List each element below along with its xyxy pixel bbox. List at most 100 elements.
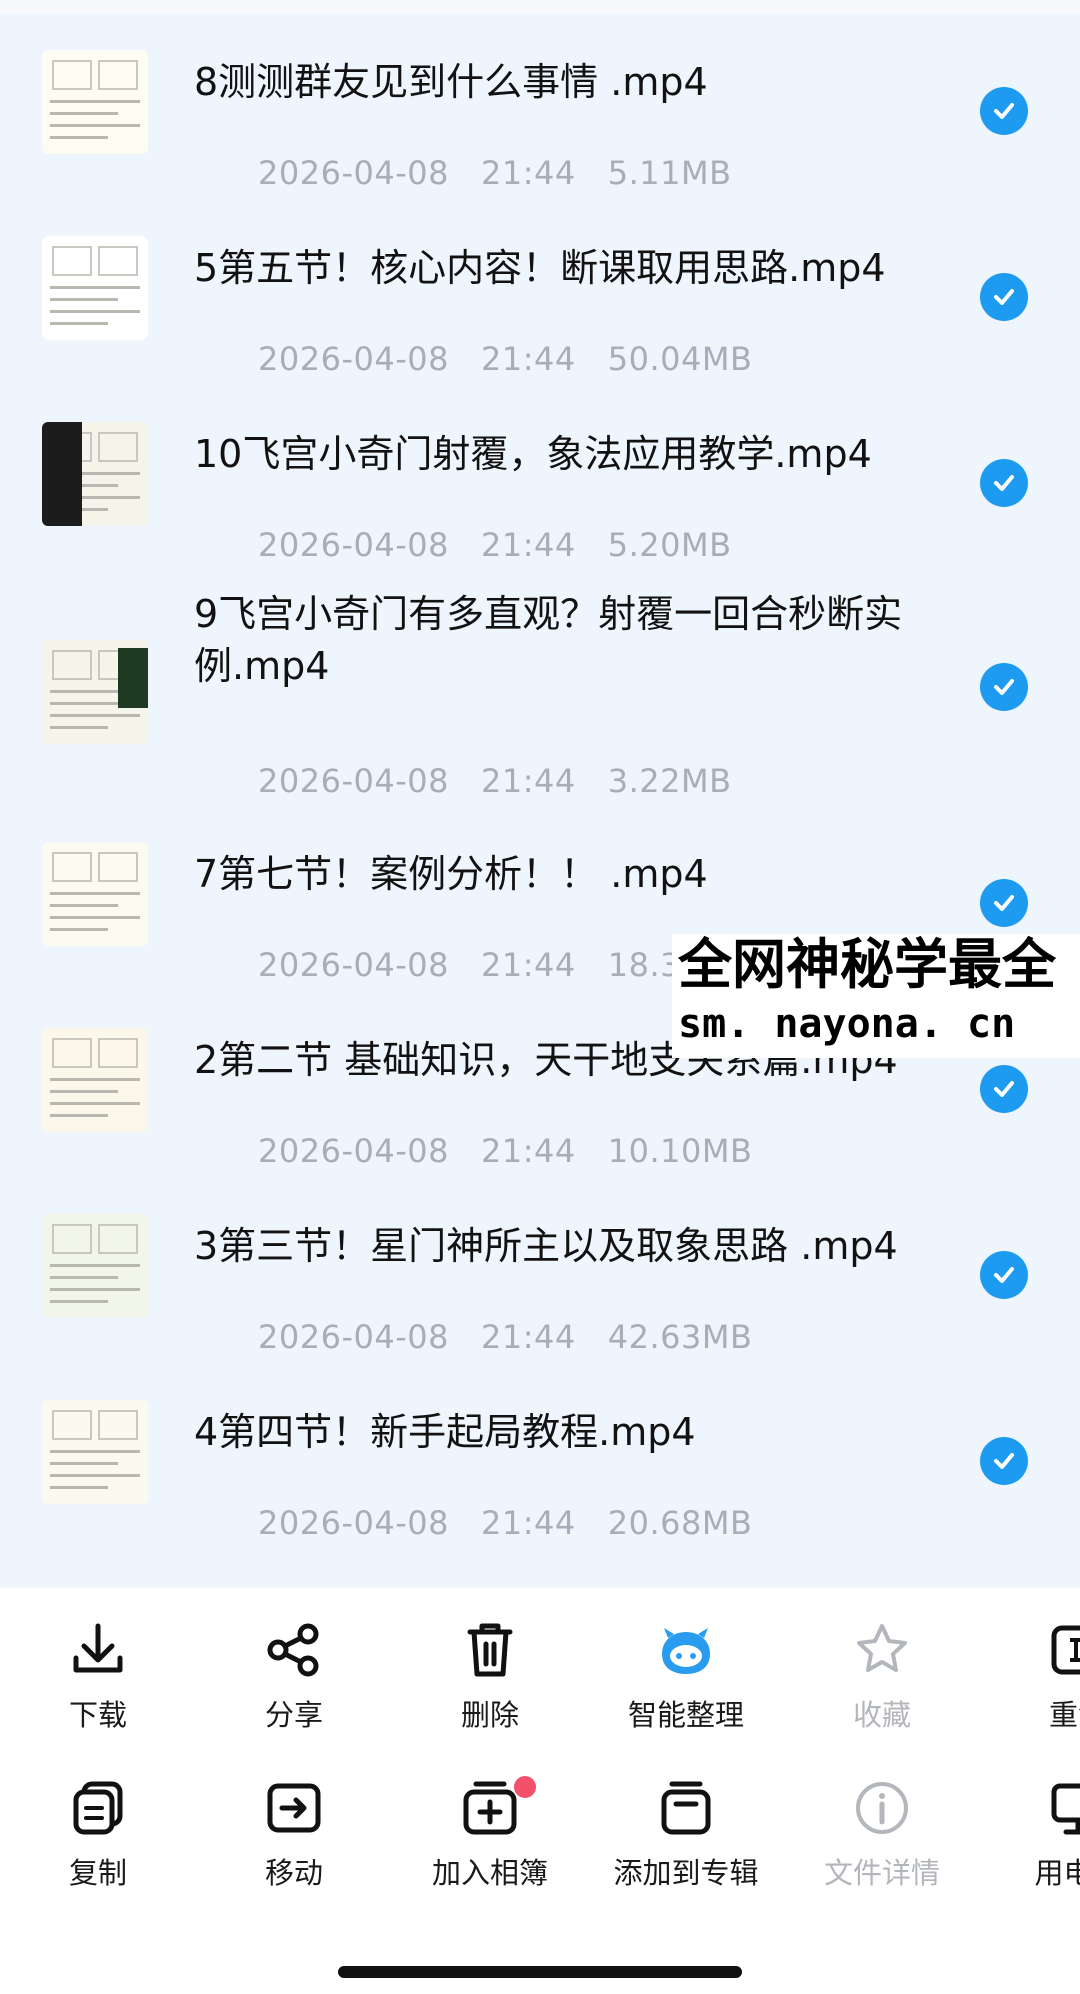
checkmark-icon xyxy=(994,1081,1014,1097)
copy-button[interactable]: 复制 xyxy=(0,1776,196,1892)
file-name: 7第七节！案例分析！！ .mp4 xyxy=(194,852,708,896)
checkmark-icon xyxy=(994,1453,1014,1469)
file-details-button[interactable]: 文件详情 xyxy=(784,1776,980,1892)
share-label: 分享 xyxy=(264,1698,323,1732)
open-on-computer-label: 用电脑 xyxy=(1034,1856,1080,1890)
top-strip xyxy=(0,0,1080,14)
watermark-overlay: 全网神秘学最全 sm. nayona. cn xyxy=(672,934,1080,1058)
file-size: 5.11MB xyxy=(607,154,732,192)
file-row[interactable]: 10飞宫小奇门射覆，象法应用教学.mp4 2026-04-08 21:44 5.… xyxy=(0,412,1080,564)
selected-check-icon[interactable] xyxy=(980,879,1028,927)
add-to-album-button[interactable]: 加入相簿 xyxy=(392,1776,588,1892)
smart-organize-button[interactable]: 智能整理 xyxy=(588,1618,784,1734)
checkmark-icon xyxy=(994,895,1014,911)
file-time: 21:44 xyxy=(481,1504,576,1542)
file-time: 21:44 xyxy=(481,154,576,192)
file-row[interactable]: 8测测群友见到什么事情 .mp4 2026-04-08 21:44 5.11MB xyxy=(0,40,1080,192)
file-meta: 2026-04-08 21:44 5.20MB xyxy=(194,488,732,602)
checkmark-icon xyxy=(994,1267,1014,1283)
file-row[interactable]: 3第三节！星门神所主以及取象思路 .mp4 2026-04-08 21:44 4… xyxy=(0,1204,1080,1356)
file-name: 8测测群友见到什么事情 .mp4 xyxy=(194,60,708,104)
video-thumbnail xyxy=(42,50,148,154)
watermark-title: 全网神秘学最全 xyxy=(678,934,1056,996)
download-label: 下载 xyxy=(68,1698,127,1732)
video-thumbnail xyxy=(42,1028,148,1132)
new-badge-dot xyxy=(514,1776,536,1798)
file-meta: 2026-04-08 21:44 20.68MB xyxy=(194,1466,752,1580)
file-name: 3第三节！星门神所主以及取象思路 .mp4 xyxy=(194,1224,898,1268)
file-meta: 2026-04-08 21:44 18.32MB xyxy=(194,908,752,1022)
open-on-computer-button[interactable]: 用电脑 xyxy=(980,1776,1080,1892)
add-to-collection-icon xyxy=(661,1781,711,1835)
rename-icon xyxy=(1051,1625,1080,1675)
file-size: 5.20MB xyxy=(607,526,732,564)
computer-icon xyxy=(1051,1783,1080,1835)
checkmark-icon xyxy=(994,103,1014,119)
file-time: 21:44 xyxy=(481,1318,576,1356)
file-row[interactable]: 4第四节！新手起局教程.mp4 2026-04-08 21:44 20.68MB xyxy=(0,1390,1080,1542)
file-time: 21:44 xyxy=(481,526,576,564)
selected-check-icon[interactable] xyxy=(980,663,1028,711)
download-button[interactable]: 下载 xyxy=(0,1618,196,1734)
file-size: 20.68MB xyxy=(607,1504,753,1542)
file-row[interactable]: 5第五节！核心内容！断课取用思路.mp4 2026-04-08 21:44 50… xyxy=(0,226,1080,378)
file-meta: 2026-04-08 21:44 3.22MB xyxy=(194,724,732,838)
add-to-album-icon xyxy=(463,1781,517,1835)
move-button[interactable]: 移动 xyxy=(196,1776,392,1892)
trash-icon xyxy=(467,1623,513,1677)
add-to-collection-label: 添加到专辑 xyxy=(613,1856,759,1890)
selected-check-icon[interactable] xyxy=(980,1251,1028,1299)
home-indicator[interactable] xyxy=(338,1966,742,1978)
checkmark-icon xyxy=(994,289,1014,305)
file-time: 21:44 xyxy=(481,946,576,984)
copy-label: 复制 xyxy=(68,1856,127,1890)
file-meta: 2026-04-08 21:44 10.10MB xyxy=(194,1094,752,1208)
file-time: 21:44 xyxy=(481,340,576,378)
file-row[interactable]: 9飞宫小奇门有多直观？射覆一回合秒断实例.mp4 2026-04-08 21:4… xyxy=(0,592,1080,818)
file-name: 9飞宫小奇门有多直观？射覆一回合秒断实例.mp4 xyxy=(194,592,903,688)
file-date: 2026-04-08 xyxy=(258,946,449,984)
file-date: 2026-04-08 xyxy=(258,154,449,192)
file-date: 2026-04-08 xyxy=(258,526,449,564)
delete-button[interactable]: 删除 xyxy=(392,1618,588,1734)
download-icon xyxy=(73,1623,123,1673)
rename-button[interactable]: 重命 xyxy=(980,1618,1080,1734)
video-thumbnail xyxy=(42,236,148,340)
selected-check-icon[interactable] xyxy=(980,1065,1028,1113)
file-time: 21:44 xyxy=(481,1132,576,1170)
file-name: 10飞宫小奇门射覆，象法应用教学.mp4 xyxy=(194,432,872,476)
file-name: 5第五节！核心内容！断课取用思路.mp4 xyxy=(194,246,886,290)
file-name: 4第四节！新手起局教程.mp4 xyxy=(194,1410,696,1454)
copy-icon xyxy=(73,1781,123,1835)
move-label: 移动 xyxy=(264,1856,323,1890)
file-date: 2026-04-08 xyxy=(258,762,449,800)
file-meta: 2026-04-08 21:44 5.11MB xyxy=(194,116,732,230)
selected-check-icon[interactable] xyxy=(980,273,1028,321)
add-to-collection-button[interactable]: 添加到专辑 xyxy=(588,1776,784,1892)
selected-check-icon[interactable] xyxy=(980,459,1028,507)
video-thumbnail xyxy=(42,842,148,946)
move-icon xyxy=(267,1783,321,1833)
rename-label: 重命 xyxy=(1048,1698,1080,1732)
video-thumbnail xyxy=(42,422,148,526)
file-time: 21:44 xyxy=(481,762,576,800)
selected-check-icon[interactable] xyxy=(980,87,1028,135)
selected-check-icon[interactable] xyxy=(980,1437,1028,1485)
checkmark-icon xyxy=(994,475,1014,491)
video-thumbnail xyxy=(42,1400,148,1504)
file-size: 10.10MB xyxy=(607,1132,753,1170)
file-date: 2026-04-08 xyxy=(258,1318,449,1356)
favorite-button[interactable]: 收藏 xyxy=(784,1618,980,1734)
video-thumbnail xyxy=(42,1214,148,1318)
add-to-album-label: 加入相簿 xyxy=(431,1856,548,1890)
file-meta: 2026-04-08 21:44 42.63MB xyxy=(194,1280,752,1394)
file-date: 2026-04-08 xyxy=(258,340,449,378)
file-size: 50.04MB xyxy=(607,340,753,378)
share-icon xyxy=(267,1623,319,1677)
file-size: 42.63MB xyxy=(607,1318,753,1356)
video-thumbnail xyxy=(42,640,148,744)
share-button[interactable]: 分享 xyxy=(196,1618,392,1734)
smart-organize-label: 智能整理 xyxy=(627,1698,744,1732)
checkmark-icon xyxy=(994,679,1014,695)
favorite-label: 收藏 xyxy=(852,1698,911,1732)
